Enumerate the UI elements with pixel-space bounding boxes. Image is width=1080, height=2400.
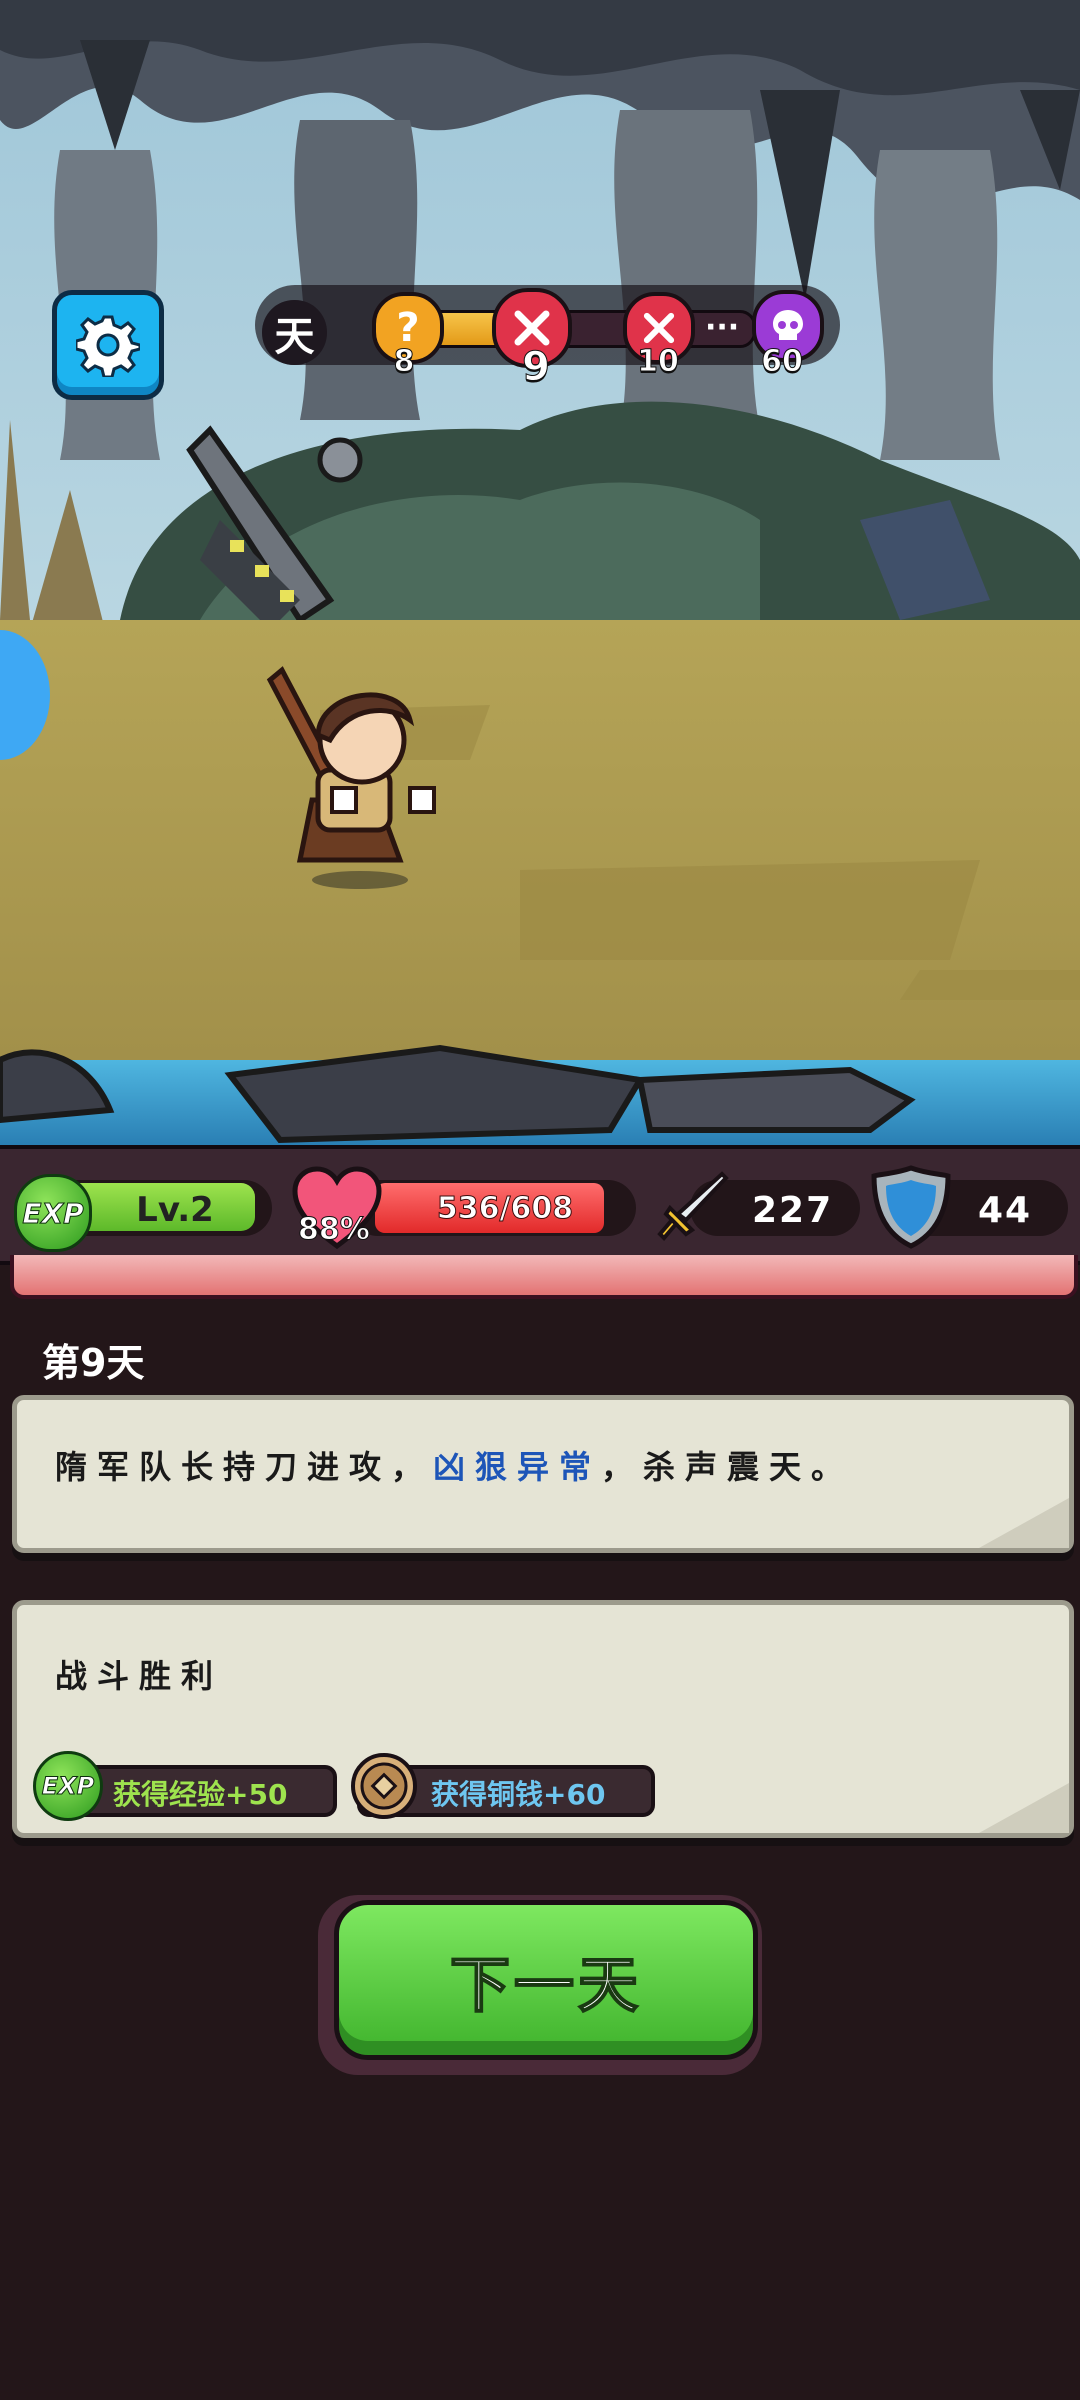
hp-percent: 88% [298, 1212, 371, 1248]
cave-background [0, 0, 1080, 1145]
battle-result-card: 战斗胜利 EXP 获得经验+50 获得铜钱+60 [12, 1600, 1074, 1838]
battle-scene [0, 0, 1080, 1145]
defense-value: 44 [978, 1190, 1033, 1231]
copper-coin-icon [349, 1751, 419, 1825]
card-corner [979, 1783, 1069, 1833]
event-node-day-number: 9 [522, 344, 551, 391]
shield-icon [870, 1164, 952, 1254]
sword-icon [652, 1168, 732, 1252]
event-text-suffix: ，杀声震天。 [601, 1448, 854, 1486]
event-text-highlight: 凶狠异常 [433, 1448, 602, 1486]
day-title: 第9天 [42, 1341, 145, 1385]
event-node-day-number: 60 [761, 344, 804, 380]
exp-icon: EXP [14, 1174, 92, 1252]
card-corner [979, 1498, 1069, 1548]
crossed-swords-icon [643, 312, 675, 344]
hp-value: 536/608 [436, 1190, 574, 1226]
day-label: 天 [262, 300, 327, 365]
coin-reward-text: 获得铜钱+60 [431, 1778, 606, 1811]
event-node-day-number: 8 [393, 344, 415, 380]
attack-value: 227 [752, 1190, 834, 1231]
next-day-button[interactable]: 下一天 [334, 1900, 758, 2060]
exp-reward-text: 获得经验+50 [113, 1778, 288, 1811]
battle-result-title: 战斗胜利 [55, 1657, 224, 1695]
settings-button[interactable] [52, 290, 164, 400]
event-text-prefix: 隋军队长持刀进攻， [55, 1448, 434, 1486]
skull-icon [773, 310, 803, 340]
gear-icon [76, 315, 140, 377]
exp-reward-icon: EXP [33, 1751, 103, 1821]
event-card: 隋军队长持刀进攻，凶狠异常，杀声震天。 [12, 1395, 1074, 1553]
event-text: 隋军队长持刀进攻，凶狠异常，杀声震天。 [55, 1442, 853, 1488]
previous-log-strip [10, 1255, 1078, 1299]
level-text: Lv.2 [136, 1190, 214, 1230]
ellipsis: ··· [705, 310, 740, 345]
event-node-day-number: 10 [637, 344, 680, 380]
